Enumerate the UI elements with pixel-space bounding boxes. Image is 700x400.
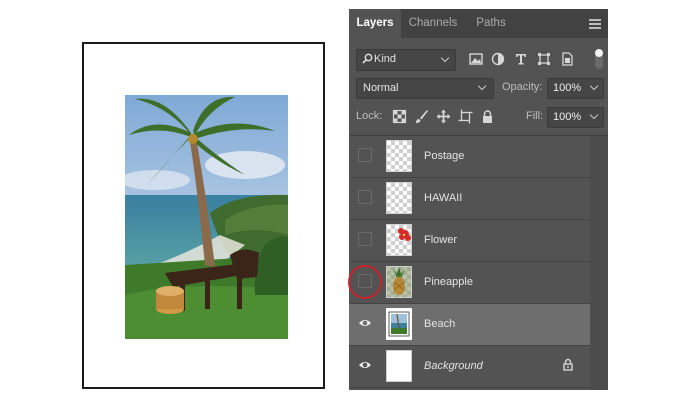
layers-scrollbar[interactable] bbox=[590, 136, 608, 390]
opacity-label: Opacity: bbox=[502, 81, 543, 93]
tab-layers[interactable]: Layers bbox=[349, 9, 401, 38]
layer-filter-row: Kind bbox=[356, 49, 606, 71]
visibility-toggle[interactable] bbox=[358, 358, 372, 372]
lock-all-icon[interactable] bbox=[480, 109, 495, 124]
blend-mode-value: Normal bbox=[363, 82, 399, 94]
smart-object-filter-icon[interactable] bbox=[559, 51, 575, 67]
chevron-down-icon bbox=[589, 81, 599, 91]
layer-row-flower[interactable]: Flower bbox=[349, 220, 590, 262]
layer-thumbnail bbox=[386, 350, 412, 382]
eye-icon bbox=[359, 320, 371, 326]
opacity-value: 100% bbox=[553, 82, 582, 94]
adjustment-filter-icon[interactable] bbox=[490, 51, 506, 67]
blend-row: Normal Opacity: 100% bbox=[356, 78, 606, 99]
layer-row-postage[interactable]: Postage bbox=[349, 136, 590, 178]
eye-icon bbox=[359, 362, 371, 368]
search-icon bbox=[362, 53, 373, 67]
lock-label: Lock: bbox=[356, 110, 383, 122]
lock-position-icon[interactable] bbox=[436, 109, 451, 124]
layer-name: Flower bbox=[424, 234, 458, 246]
layer-name: Postage bbox=[424, 150, 465, 162]
visibility-toggle[interactable] bbox=[358, 148, 372, 162]
layer-thumbnail bbox=[386, 140, 412, 172]
shape-filter-icon[interactable] bbox=[536, 51, 552, 67]
panel-tabs: Layers Channels Paths bbox=[349, 9, 608, 38]
opacity-field[interactable]: 100% bbox=[547, 78, 604, 99]
layers-panel: Layers Channels Paths Kind Normal Opacit… bbox=[349, 9, 608, 390]
lock-artboard-icon[interactable] bbox=[458, 109, 473, 124]
visibility-toggle[interactable] bbox=[358, 274, 372, 288]
layer-thumbnail bbox=[386, 308, 412, 340]
layer-name: HAWAII bbox=[424, 192, 463, 204]
visibility-toggle[interactable] bbox=[358, 190, 372, 204]
layer-name: Beach bbox=[424, 318, 456, 330]
filter-kind-select[interactable]: Kind bbox=[356, 49, 456, 71]
document-canvas[interactable] bbox=[82, 42, 325, 389]
beach-photo bbox=[125, 95, 288, 339]
layer-thumbnail bbox=[386, 224, 412, 256]
layer-thumbnail bbox=[386, 266, 412, 298]
layer-thumbnail bbox=[386, 182, 412, 214]
layer-row-pineapple[interactable]: Pineapple bbox=[349, 262, 590, 304]
lock-transparent-icon[interactable] bbox=[392, 109, 407, 124]
lock-row: Lock: Fill: 100% bbox=[356, 107, 606, 128]
filter-toggle-switch[interactable] bbox=[595, 49, 603, 69]
layer-row-background[interactable]: Background bbox=[349, 346, 590, 388]
chevron-down-icon bbox=[589, 110, 599, 120]
lock-pixels-icon[interactable] bbox=[414, 109, 429, 124]
fill-label: Fill: bbox=[526, 110, 544, 122]
fill-field[interactable]: 100% bbox=[547, 107, 604, 128]
chevron-down-icon bbox=[477, 81, 487, 91]
visibility-toggle[interactable] bbox=[358, 316, 372, 330]
layer-name: Background bbox=[424, 360, 483, 372]
fill-value: 100% bbox=[553, 111, 582, 123]
image-filter-icon[interactable] bbox=[468, 51, 484, 67]
filter-kind-label: Kind bbox=[374, 53, 397, 65]
layer-row-beach[interactable]: Beach bbox=[349, 304, 590, 346]
tab-channels[interactable]: Channels bbox=[401, 9, 465, 38]
layer-name: Pineapple bbox=[424, 276, 473, 288]
beach-photo-illustration bbox=[125, 95, 288, 339]
type-filter-icon[interactable] bbox=[513, 51, 529, 67]
padlock-icon bbox=[562, 358, 574, 371]
visibility-toggle[interactable] bbox=[358, 232, 372, 246]
layer-row-hawaii[interactable]: HAWAII bbox=[349, 178, 590, 220]
panel-menu-icon[interactable] bbox=[589, 19, 601, 29]
tab-paths[interactable]: Paths bbox=[465, 9, 517, 38]
chevron-down-icon bbox=[440, 53, 450, 63]
blend-mode-select[interactable]: Normal bbox=[356, 78, 494, 99]
